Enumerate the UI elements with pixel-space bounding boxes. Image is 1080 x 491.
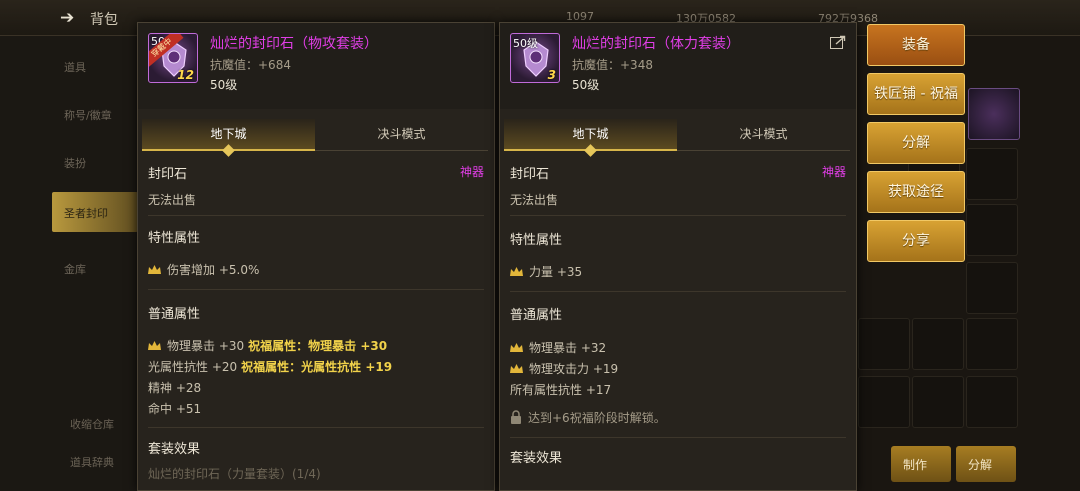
tab-label: 地下城 xyxy=(210,127,247,141)
mode-tabs: 地下城 决斗模式 xyxy=(504,119,850,157)
normal-attr-line: 光属性抗性 +20 祝福属性：光属性抗性 +19 xyxy=(148,360,393,374)
item-level: 50级 xyxy=(210,78,238,92)
set-effect-line: 灿烂的封印石（力量套装）(1/4) xyxy=(148,467,321,481)
item-category: 封印石 xyxy=(510,167,550,182)
crown-icon xyxy=(148,341,161,350)
item-name: 灿烂的封印石（物攻套装） xyxy=(210,36,378,52)
tab-duel[interactable]: 决斗模式 xyxy=(677,119,850,151)
share-icon[interactable] xyxy=(830,35,846,49)
inventory-slot[interactable] xyxy=(912,376,964,428)
bless-attr: 祝福属性：光属性抗性 +19 xyxy=(241,360,393,374)
item-dictionary-button[interactable]: 道具辞典 xyxy=(70,454,114,470)
inventory-slot[interactable] xyxy=(966,204,1018,256)
bottom-decompose-button[interactable]: 分解 xyxy=(956,446,1016,482)
tab-dungeon[interactable]: 地下城 xyxy=(142,119,315,157)
item-icon: 50级 3 xyxy=(510,33,560,83)
divider xyxy=(510,291,846,292)
lock-icon xyxy=(511,410,521,424)
normal-attr-line: 物理攻击力 +19 xyxy=(510,360,618,377)
normal-attrs-title: 普通属性 xyxy=(148,307,201,322)
divider xyxy=(148,289,484,290)
crown-icon xyxy=(510,343,523,352)
item-count: 12 xyxy=(177,68,194,82)
item-resist-value: 抗魔值：+684 xyxy=(210,58,291,72)
sell-status: 无法出售 xyxy=(510,193,559,207)
special-attr-line: 力量 +35 xyxy=(510,263,582,280)
item-category: 封印石 xyxy=(148,167,188,182)
craft-button[interactable]: 制作 xyxy=(891,446,951,482)
tab-label: 地下城 xyxy=(572,127,609,141)
inventory-slot[interactable] xyxy=(858,318,910,370)
decompose-button[interactable]: 分解 xyxy=(867,122,965,164)
inventory-slot[interactable] xyxy=(966,148,1018,200)
sidebar-item-items[interactable]: 道具 xyxy=(52,46,138,86)
sidebar-item-seals[interactable]: 圣者封印 xyxy=(52,192,138,232)
tab-dungeon[interactable]: 地下城 xyxy=(504,119,677,157)
item-name: 灿烂的封印石（体力套装） xyxy=(572,36,740,52)
tab-active-dot xyxy=(584,144,597,157)
back-arrow-icon[interactable]: ➔ xyxy=(60,8,74,28)
divider xyxy=(148,215,484,216)
sidebar-item-vault[interactable]: 金库 xyxy=(52,248,138,288)
special-attrs-title: 特性属性 xyxy=(510,233,563,248)
obtain-source-button[interactable]: 获取途径 xyxy=(867,171,965,213)
inventory-slot-seal[interactable] xyxy=(968,88,1020,140)
icon-level-badge: 50级 xyxy=(513,37,538,50)
sidebar-item-titles[interactable]: 称号/徽章 xyxy=(52,94,138,134)
tooltip-header: 50级 3 灿烂的封印石（体力套装） 抗魔值：+348 50级 xyxy=(500,23,856,109)
inventory-slot[interactable] xyxy=(912,318,964,370)
divider xyxy=(148,427,484,428)
sidebar-item-avatar[interactable]: 装扮 xyxy=(52,142,138,182)
item-level: 50级 xyxy=(572,78,600,92)
inventory-slot[interactable] xyxy=(966,262,1018,314)
inventory-slot[interactable] xyxy=(966,376,1018,428)
normal-attr-line: 物理暴击 +30 祝福属性：物理暴击 +30 xyxy=(148,337,387,354)
equip-button[interactable]: 装备 xyxy=(867,24,965,66)
inventory-slot[interactable] xyxy=(966,318,1018,370)
special-attrs-title: 特性属性 xyxy=(148,231,201,246)
tab-active-dot xyxy=(222,144,235,157)
crown-icon xyxy=(148,265,161,274)
mode-tabs: 地下城 决斗模式 xyxy=(142,119,488,157)
normal-attr-line: 精神 +28 xyxy=(148,381,202,395)
inventory-slot[interactable] xyxy=(858,376,910,428)
set-effect-title: 套装效果 xyxy=(148,442,201,457)
item-count: 3 xyxy=(547,68,556,82)
crown-icon xyxy=(510,267,523,276)
blacksmith-bless-button[interactable]: 铁匠铺 - 祝福 xyxy=(867,73,965,115)
right-item-tooltip: 50级 3 灿烂的封印石（体力套装） 抗魔值：+348 50级 地下城 决斗模式… xyxy=(499,22,857,491)
share-button[interactable]: 分享 xyxy=(867,220,965,262)
special-attr-line: 伤害增加 +5.0% xyxy=(148,261,259,278)
item-rarity: 神器 xyxy=(459,165,484,179)
set-effect-title: 套装效果 xyxy=(510,451,563,466)
normal-attr-line: 所有属性抗性 +17 xyxy=(510,383,612,397)
item-resist-value: 抗魔值：+348 xyxy=(572,58,653,72)
normal-attr-line: 命中 +51 xyxy=(148,402,202,416)
shrink-storage-button[interactable]: 收缩仓库 xyxy=(70,416,114,432)
normal-attrs-title: 普通属性 xyxy=(510,308,563,323)
inventory-title: 背包 xyxy=(90,12,118,28)
tooltip-header: 50 穿戴中 12 灿烂的封印石（物攻套装） 抗魔值：+684 50级 xyxy=(138,23,494,109)
divider xyxy=(510,215,846,216)
crown-icon xyxy=(510,364,523,373)
divider xyxy=(510,437,846,438)
sidebar: 道具 称号/徽章 装扮 圣者封印 金库 收缩仓库 道具辞典 xyxy=(0,36,140,491)
bless-attr: 祝福属性：物理暴击 +30 xyxy=(248,339,388,353)
left-item-tooltip: 50 穿戴中 12 灿烂的封印石（物攻套装） 抗魔值：+684 50级 地下城 … xyxy=(137,22,495,491)
item-icon: 50 穿戴中 12 xyxy=(148,33,198,83)
lock-line: 达到+6祝福阶段时解锁。 xyxy=(510,409,666,426)
tab-duel[interactable]: 决斗模式 xyxy=(315,119,488,151)
item-rarity: 神器 xyxy=(821,165,846,179)
normal-attr-line: 物理暴击 +32 xyxy=(510,339,606,356)
sell-status: 无法出售 xyxy=(148,193,197,207)
